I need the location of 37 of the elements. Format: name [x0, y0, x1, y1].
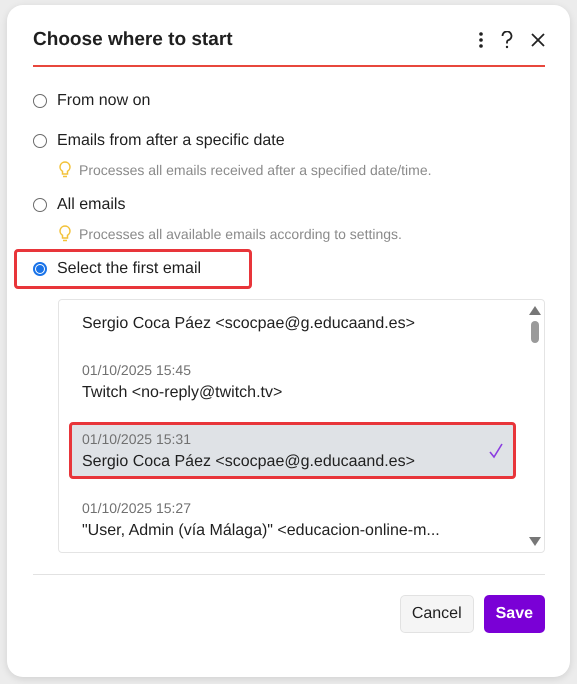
lightbulb-icon	[59, 161, 71, 179]
email-date: 01/10/2025 15:45	[82, 362, 192, 378]
radio-option[interactable]: From now on	[30, 81, 154, 121]
email-sender: Sergio Coca Páez <scocpae@g.educaand.es>	[82, 453, 416, 471]
radio-button[interactable]	[33, 94, 47, 108]
cancel-button[interactable]: Cancel	[400, 595, 474, 633]
help-icon[interactable]	[501, 31, 513, 49]
radio-button[interactable]	[33, 262, 47, 276]
scroll-up-icon[interactable]	[529, 306, 541, 315]
email-item[interactable]: 01/10/2025 15:45 Twitch <no-reply@twitch.tv>	[69, 353, 516, 410]
more-icon[interactable]	[479, 32, 483, 48]
scroll-down-icon[interactable]	[529, 537, 541, 546]
email-item[interactable]: 01/10/2025 15:27 "User, Admin (vía Málaga)" <educacion-online-m...	[69, 491, 516, 548]
radio-option[interactable]: Emails from after a specific date	[30, 121, 288, 161]
email-item[interactable]: Sergio Coca Páez <scocpae@g.educaand.es>	[69, 306, 516, 341]
email-item[interactable]: 01/10/2025 15:31 Sergio Coca Páez <scocpae@g.educaand.es>	[69, 422, 516, 479]
option-label: All emails	[57, 196, 126, 214]
option-hint: Processes all available emails according to settings.	[79, 226, 402, 242]
email-sender: Twitch <no-reply@twitch.tv>	[82, 384, 284, 402]
option-label: From now on	[57, 92, 150, 110]
email-date: 01/10/2025 15:27	[82, 500, 192, 516]
radio-button[interactable]	[33, 134, 47, 148]
save-button[interactable]: Save	[484, 595, 545, 633]
option-label: Emails from after a specific date	[57, 132, 285, 150]
check-icon	[489, 443, 503, 459]
email-date: 01/10/2025 15:31	[82, 431, 192, 447]
lightbulb-icon	[59, 225, 71, 243]
email-sender: "User, Admin (vía Málaga)" <educacion-online-m...	[82, 522, 441, 540]
email-sender: Sergio Coca Páez <scocpae@g.educaand.es>	[82, 315, 416, 333]
option-label: Select the first email	[57, 260, 202, 278]
radio-button[interactable]	[33, 198, 47, 212]
close-icon[interactable]	[531, 33, 545, 47]
radio-option[interactable]: All emails	[30, 185, 128, 225]
radio-option[interactable]: Select the first email	[14, 249, 252, 289]
scrollbar-thumb[interactable]	[531, 321, 539, 343]
dialog-title: Choose where to start	[33, 29, 234, 51]
option-hint: Processes all emails received after a specified date/time.	[79, 162, 432, 178]
